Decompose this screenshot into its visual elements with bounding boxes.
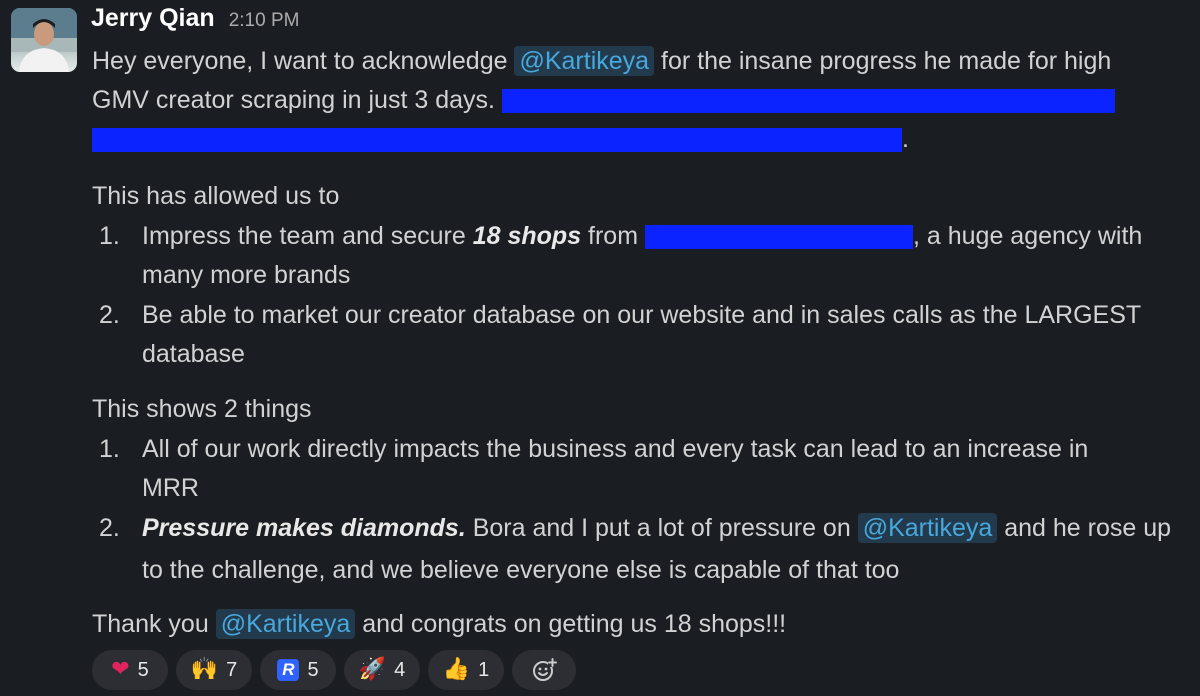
- paragraph-intro: This shows 2 things: [92, 395, 312, 423]
- text-segment: .: [902, 125, 909, 153]
- text-segment: Bora and I put a lot of pressure on: [465, 514, 858, 542]
- list-item-continuation: to the challenge, and we believe everyon…: [142, 556, 900, 584]
- paragraph-line: Hey everyone, I want to acknowledge @Kar…: [92, 42, 1111, 81]
- paragraph-line: GMV creator scraping in just 3 days.: [92, 81, 1115, 120]
- reaction-count: 1: [478, 658, 490, 681]
- reaction-count: 7: [226, 658, 238, 681]
- heart-icon: ❤: [111, 657, 130, 682]
- list-item-continuation: many more brands: [142, 261, 351, 289]
- list-number: 2.: [99, 301, 120, 329]
- add-reaction-button[interactable]: [512, 650, 576, 690]
- reaction-count: 4: [394, 658, 406, 681]
- reaction-count: 5: [137, 658, 149, 681]
- list-item-line: All of our work directly impacts the bus…: [142, 435, 1089, 463]
- mention-kartikeya[interactable]: @Kartikeya: [215, 609, 356, 639]
- reaction-rocket[interactable]: 🚀 4: [344, 650, 420, 690]
- r-logo-icon: R: [277, 659, 300, 681]
- text-segment: Impress the team and secure: [142, 222, 473, 250]
- reaction-r-logo[interactable]: R 5: [260, 650, 336, 690]
- author-name[interactable]: Jerry Qian: [91, 4, 215, 33]
- redaction-block: [92, 128, 902, 153]
- bold-text: Pressure makes diamonds.: [142, 514, 466, 542]
- message-header: Jerry Qian 2:10 PM: [91, 4, 299, 38]
- raised-hands-icon: 🙌: [190, 657, 219, 682]
- list-number: 1.: [99, 435, 120, 463]
- list-item-continuation: MRR: [142, 474, 199, 502]
- list-number: 2.: [99, 514, 120, 542]
- paragraph-line: .: [92, 120, 909, 159]
- redaction-block: [645, 225, 913, 250]
- chat-message: Jerry Qian 2:10 PM Hey everyone, I want …: [0, 0, 1200, 696]
- mention-kartikeya[interactable]: @Kartikeya: [857, 513, 998, 543]
- redaction-block: [501, 89, 1115, 114]
- list-number: 1.: [99, 222, 120, 250]
- message-timestamp[interactable]: 2:10 PM: [229, 10, 300, 32]
- reaction-heart[interactable]: ❤ 5: [92, 650, 168, 690]
- mention-kartikeya[interactable]: @Kartikeya: [514, 46, 655, 76]
- list-item-continuation: database: [142, 340, 245, 368]
- reaction-thumbs-up[interactable]: 👍 1: [428, 650, 504, 690]
- text-segment: and he rose up: [997, 514, 1172, 542]
- thumbs-up-icon: 👍: [442, 657, 471, 682]
- r-logo-letter: R: [282, 660, 295, 679]
- text-segment: from: [581, 222, 645, 250]
- reaction-raised-hands[interactable]: 🙌 7: [176, 650, 252, 690]
- text-segment: for the insane progress he made for high: [654, 47, 1112, 75]
- list-item-line: Pressure makes diamonds. Bora and I put …: [142, 509, 1171, 548]
- rocket-icon: 🚀: [358, 657, 387, 682]
- text-segment: Hey everyone, I want to acknowledge: [92, 47, 515, 75]
- list-item-line: Be able to market our creator database o…: [142, 301, 1142, 329]
- reaction-bar: ❤ 5 🙌 7 R 5 🚀 4 👍 1: [92, 650, 576, 690]
- avatar[interactable]: [11, 8, 77, 72]
- text-segment: GMV creator scraping in just 3 days.: [92, 86, 502, 114]
- add-emoji-icon: [533, 658, 557, 681]
- text-segment: Thank you: [92, 610, 216, 638]
- paragraph-intro: This has allowed us to: [92, 182, 340, 210]
- reaction-count: 5: [307, 658, 319, 681]
- bold-text: 18 shops: [472, 222, 582, 250]
- text-segment: and congrats on getting us 18 shops!!!: [355, 610, 787, 638]
- text-segment: , a huge agency with: [913, 222, 1143, 250]
- list-item-line: Impress the team and secure 18 shops fro…: [142, 217, 1142, 256]
- paragraph-line: Thank you @Kartikeya and congrats on get…: [92, 605, 786, 644]
